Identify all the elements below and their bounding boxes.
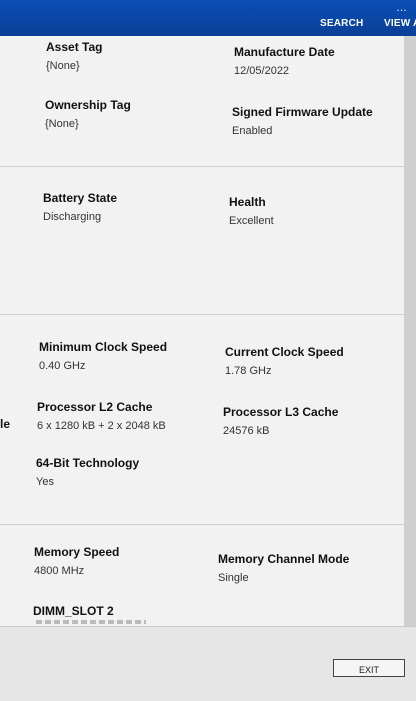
section-divider	[0, 524, 404, 525]
asset-tag-value: {None}	[46, 60, 80, 72]
current-clock-speed-value: 1.78 GHz	[225, 365, 272, 377]
memory-speed-label: Memory Speed	[34, 545, 120, 559]
exit-button[interactable]: EXIT	[333, 659, 405, 677]
memory-speed-value: 4800 MHz	[34, 565, 85, 577]
dimm-slot-label: DIMM_SLOT 2	[33, 604, 114, 618]
battery-state-field: Battery State Discharging	[43, 191, 117, 223]
current-clock-speed-field: Current Clock Speed 1.78 GHz	[225, 345, 344, 377]
memory-channel-mode-value: Single	[218, 572, 249, 584]
64bit-technology-field: 64-Bit Technology Yes	[36, 456, 139, 488]
signed-firmware-label: Signed Firmware Update	[232, 105, 373, 119]
current-clock-speed-label: Current Clock Speed	[225, 345, 344, 359]
manufacture-date-value: 12/05/2022	[234, 65, 290, 77]
l2-cache-label: Processor L2 Cache	[37, 400, 153, 414]
top-navigation-bar: … SEARCH VIEW AL	[0, 0, 416, 36]
battery-state-value: Discharging	[43, 211, 102, 223]
battery-health-field: Health Excellent	[229, 195, 274, 227]
battery-health-label: Health	[229, 195, 266, 209]
battery-health-value: Excellent	[229, 215, 274, 227]
menu-icon[interactable]: …	[396, 2, 407, 14]
search-tab[interactable]: SEARCH	[320, 18, 363, 29]
l2-cache-field: Processor L2 Cache 6 x 1280 kB + 2 x 204…	[37, 400, 166, 432]
memory-channel-mode-field: Memory Channel Mode Single	[218, 552, 349, 584]
truncated-label: le	[0, 417, 11, 431]
asset-tag-field: Asset Tag {None}	[46, 40, 102, 72]
ownership-tag-field: Ownership Tag {None}	[45, 98, 131, 130]
section-divider	[0, 314, 404, 315]
l3-cache-field: Processor L3 Cache 24576 kB	[223, 405, 338, 437]
signed-firmware-field: Signed Firmware Update Enabled	[232, 105, 373, 137]
64bit-technology-value: Yes	[36, 476, 54, 488]
battery-state-label: Battery State	[43, 191, 118, 205]
memory-channel-mode-label: Memory Channel Mode	[218, 552, 350, 566]
signed-firmware-value: Enabled	[232, 125, 273, 137]
min-clock-speed-field: Minimum Clock Speed 0.40 GHz	[39, 340, 167, 372]
section-divider	[0, 166, 404, 167]
bottom-action-bar: EXIT	[0, 626, 416, 701]
dimm-slot-field: DIMM_SLOT 2	[33, 604, 114, 618]
system-information-panel: Asset Tag {None} Manufacture Date 12/05/…	[0, 36, 404, 626]
manufacture-date-label: Manufacture Date	[234, 45, 335, 59]
memory-speed-field: Memory Speed 4800 MHz	[34, 545, 119, 577]
ownership-tag-label: Ownership Tag	[45, 98, 131, 112]
l3-cache-value: 24576 kB	[223, 425, 270, 437]
64bit-technology-label: 64-Bit Technology	[36, 456, 140, 470]
vertical-scrollbar[interactable]	[404, 36, 416, 626]
min-clock-speed-value: 0.40 GHz	[39, 360, 86, 372]
view-all-tab[interactable]: VIEW AL	[384, 18, 416, 29]
manufacture-date-field: Manufacture Date 12/05/2022	[234, 45, 335, 77]
l2-cache-value: 6 x 1280 kB + 2 x 2048 kB	[37, 420, 166, 432]
min-clock-speed-label: Minimum Clock Speed	[39, 340, 168, 354]
ownership-tag-value: {None}	[45, 118, 79, 130]
asset-tag-label: Asset Tag	[46, 40, 103, 54]
truncated-text-row	[36, 620, 146, 624]
l3-cache-label: Processor L3 Cache	[223, 405, 339, 419]
